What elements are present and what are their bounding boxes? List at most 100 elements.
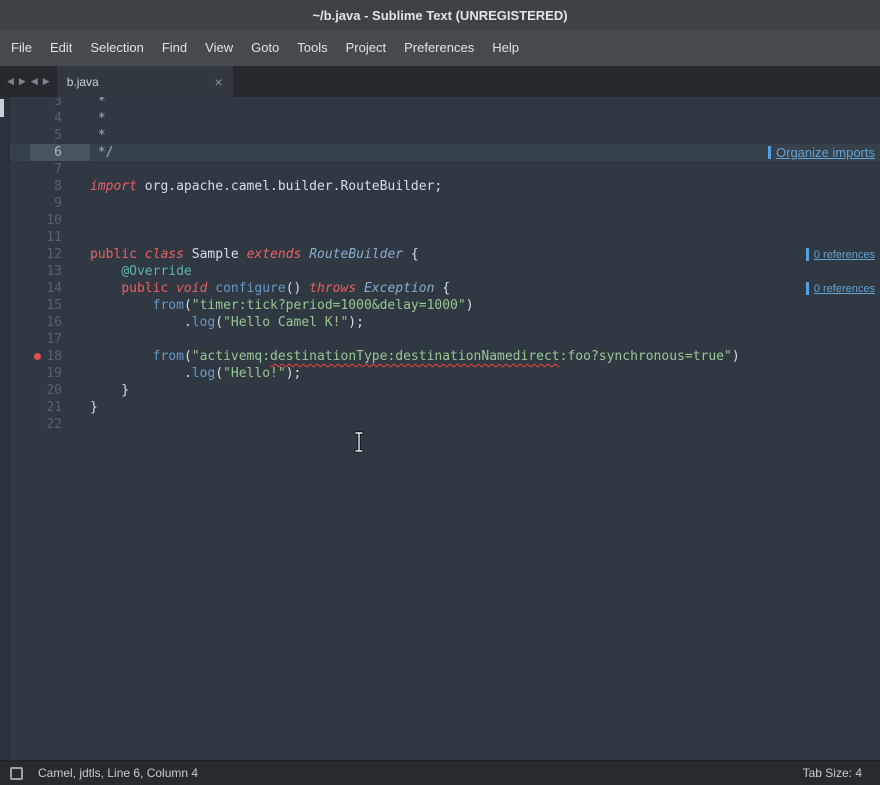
code-line[interactable]: 20 }: [10, 382, 880, 399]
code-text: public class Sample extends RouteBuilder…: [90, 246, 880, 263]
line-number[interactable]: 7: [10, 161, 90, 178]
line-number[interactable]: 12: [10, 246, 90, 263]
code-line[interactable]: 14 public void configure() throws Except…: [10, 280, 880, 297]
line-number[interactable]: 11: [10, 229, 90, 246]
code-text: from("timer:tick?period=1000&delay=1000"…: [90, 297, 880, 314]
code-text: [90, 195, 880, 212]
line-number[interactable]: 17: [10, 331, 90, 348]
tab-label: b.java: [67, 75, 209, 89]
panel-toggle-icon[interactable]: [10, 767, 23, 780]
code-text: from("activemq:destinationType:destinati…: [90, 348, 880, 365]
statusbar: Camel, jdtls, Line 6, Column 4 Tab Size:…: [0, 760, 880, 785]
code-line[interactable]: 4 *: [10, 110, 880, 127]
lsp-link-0-references[interactable]: 0 references: [806, 280, 875, 297]
error-dot-icon: [34, 353, 41, 360]
menu-tools[interactable]: Tools: [288, 30, 336, 66]
tabbar: ◀ ▶ ◀ ▶ b.java ×: [0, 66, 880, 97]
code-line[interactable]: 18 from("activemq:destinationType:destin…: [10, 348, 880, 365]
code-line[interactable]: 8import org.apache.camel.builder.RouteBu…: [10, 178, 880, 195]
tab-nav: ◀ ▶ ◀ ▶: [0, 66, 57, 97]
menu-view[interactable]: View: [196, 30, 242, 66]
line-number[interactable]: 8: [10, 178, 90, 195]
code-text: [90, 416, 880, 433]
code-line[interactable]: 12public class Sample extends RouteBuild…: [10, 246, 880, 263]
code-line[interactable]: 5 *: [10, 127, 880, 144]
status-text: Camel, jdtls, Line 6, Column 4: [33, 766, 793, 780]
code-text: [90, 161, 880, 178]
code-text: import org.apache.camel.builder.RouteBui…: [90, 178, 880, 195]
line-number[interactable]: 13: [10, 263, 90, 280]
tab-nav-forward-icon[interactable]: ▶: [19, 76, 26, 87]
code-text: }: [90, 382, 880, 399]
line-number[interactable]: 16: [10, 314, 90, 331]
code-text: .log("Hello!");: [90, 365, 880, 382]
sublime-window: ~/b.java - Sublime Text (UNREGISTERED) F…: [0, 0, 880, 785]
menu-file[interactable]: File: [2, 30, 41, 66]
code-text: *: [90, 97, 880, 110]
menu-selection[interactable]: Selection: [81, 30, 152, 66]
code-text: */: [90, 144, 880, 161]
code-line[interactable]: 22: [10, 416, 880, 433]
menu-goto[interactable]: Goto: [242, 30, 288, 66]
code-line[interactable]: 9: [10, 195, 880, 212]
lsp-link-organize-imports[interactable]: Organize imports: [768, 144, 875, 161]
annotation-bar-icon: [806, 282, 809, 295]
line-number[interactable]: 4: [10, 110, 90, 127]
line-number[interactable]: 19: [10, 365, 90, 382]
code-text: *: [90, 110, 880, 127]
titlebar[interactable]: ~/b.java - Sublime Text (UNREGISTERED): [0, 0, 880, 30]
code-text: [90, 212, 880, 229]
line-number[interactable]: 22: [10, 416, 90, 433]
code-lines: 3 *4 *5 *6 */78import org.apache.camel.b…: [10, 97, 880, 433]
line-number[interactable]: 15: [10, 297, 90, 314]
annotation-bar-icon: [806, 248, 809, 261]
code-text: @Override: [90, 263, 880, 280]
code-text: }: [90, 399, 880, 416]
scroll-position-indicator[interactable]: [0, 99, 4, 117]
tab-size-indicator[interactable]: Tab Size: 4: [803, 766, 870, 780]
line-number[interactable]: 9: [10, 195, 90, 212]
line-number[interactable]: 5: [10, 127, 90, 144]
code-text: public void configure() throws Exception…: [90, 280, 880, 297]
window-title: ~/b.java - Sublime Text (UNREGISTERED): [312, 8, 567, 23]
lsp-link-0-references[interactable]: 0 references: [806, 246, 875, 263]
tab-prev-icon[interactable]: ◀: [31, 76, 38, 87]
line-number[interactable]: 18: [10, 348, 90, 365]
tab-close-icon[interactable]: ×: [215, 75, 223, 89]
code-text: [90, 331, 880, 348]
code-line[interactable]: 13 @Override: [10, 263, 880, 280]
menu-preferences[interactable]: Preferences: [395, 30, 483, 66]
code-line[interactable]: 7: [10, 161, 880, 178]
menu-edit[interactable]: Edit: [41, 30, 81, 66]
code-line[interactable]: 11: [10, 229, 880, 246]
menu-project[interactable]: Project: [337, 30, 395, 66]
annotation-label: Organize imports: [776, 145, 875, 160]
code-text: .log("Hello Camel K!");: [90, 314, 880, 331]
code-pane[interactable]: 3 *4 *5 *6 */78import org.apache.camel.b…: [10, 97, 880, 760]
code-line[interactable]: 3 *: [10, 97, 880, 110]
line-number[interactable]: 14: [10, 280, 90, 297]
menu-find[interactable]: Find: [153, 30, 196, 66]
code-line[interactable]: 6 */: [10, 144, 880, 161]
line-number[interactable]: 6: [10, 144, 90, 161]
tab-nav-back-icon[interactable]: ◀: [7, 76, 14, 87]
annotation-label: 0 references: [814, 283, 875, 295]
code-line[interactable]: 16 .log("Hello Camel K!");: [10, 314, 880, 331]
line-number[interactable]: 10: [10, 212, 90, 229]
editor-area[interactable]: 3 *4 *5 *6 */78import org.apache.camel.b…: [0, 97, 880, 760]
tab-bjava[interactable]: b.java ×: [57, 66, 233, 97]
code-line[interactable]: 19 .log("Hello!");: [10, 365, 880, 382]
left-gutter-strip: [0, 97, 10, 760]
line-number[interactable]: 21: [10, 399, 90, 416]
annotation-label: 0 references: [814, 249, 875, 261]
line-number[interactable]: 3: [10, 97, 90, 110]
tab-next-icon[interactable]: ▶: [43, 76, 50, 87]
code-line[interactable]: 10: [10, 212, 880, 229]
line-number[interactable]: 20: [10, 382, 90, 399]
menu-help[interactable]: Help: [483, 30, 528, 66]
code-line[interactable]: 17: [10, 331, 880, 348]
code-line[interactable]: 15 from("timer:tick?period=1000&delay=10…: [10, 297, 880, 314]
code-line[interactable]: 21}: [10, 399, 880, 416]
annotation-bar-icon: [768, 146, 771, 159]
code-text: [90, 229, 880, 246]
